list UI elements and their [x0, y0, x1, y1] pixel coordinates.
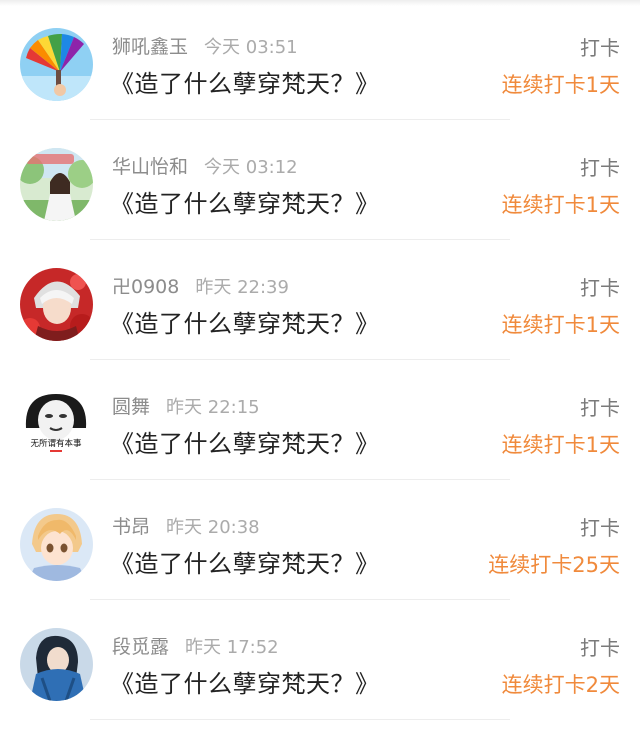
user-name-text[interactable]: 段觅露 — [112, 636, 169, 658]
checkin-time: 昨天 20:38 — [166, 517, 260, 538]
checkin-label: 打卡 — [580, 156, 620, 180]
anime-boy-avatar-icon[interactable] — [20, 508, 93, 581]
book-title[interactable]: 《造了什么孽穿梵天？》 — [110, 424, 380, 459]
streak-count: 连续打卡1天 — [501, 193, 620, 217]
streak-count: 连续打卡1天 — [501, 433, 620, 457]
user-name-text[interactable]: 华山怡和 — [112, 156, 188, 178]
girl-in-garden-avatar-icon[interactable] — [20, 148, 93, 221]
list-item[interactable]: 段觅露 昨天 17:52 《造了什么孽穿梵天？》 打卡 连续打卡2天 — [0, 600, 640, 720]
user-name-text[interactable]: 狮吼鑫玉 — [112, 36, 188, 58]
book-title[interactable]: 《造了什么孽穿梵天？》 — [110, 64, 380, 99]
checkin-time: 昨天 22:15 — [166, 397, 260, 418]
checkin-list: 狮吼鑫玉 今天 03:51 《造了什么孽穿梵天？》 打卡 连续打卡1天 华山怡和今… — [0, 0, 640, 720]
list-item[interactable]: 无所谓有本事 圆舞 昨天 22:15 《造了什么孽穿梵天？》 打卡 连续打卡1天 — [0, 360, 640, 480]
checkin-label: 打卡 — [580, 36, 620, 60]
checkin-time: 今天 03:51 — [204, 37, 298, 58]
user-name[interactable]: 华山怡和 今天 03:12 — [112, 152, 298, 179]
streak-count: 连续打卡1天 — [501, 313, 620, 337]
streak-count: 连续打卡2天 — [501, 673, 620, 697]
streak-count: 连续打卡1天 — [501, 73, 620, 97]
checkin-label: 打卡 — [580, 396, 620, 420]
book-title[interactable]: 《造了什么孽穿梵天？》 — [110, 184, 380, 219]
user-name[interactable]: 卍0908 昨天 22:39 — [112, 272, 289, 299]
checkin-time: 昨天 22:39 — [195, 277, 289, 298]
book-title[interactable]: 《造了什么孽穿梵天？》 — [110, 544, 380, 579]
checkin-time: 昨天 17:52 — [185, 637, 279, 658]
checkin-time: 今天 03:12 — [204, 157, 298, 178]
avatar-caption: 无所谓有本事 — [30, 438, 82, 449]
user-name[interactable]: 书昂 昨天 20:38 — [112, 512, 260, 539]
checkin-label: 打卡 — [580, 636, 620, 660]
user-name-text[interactable]: 卍0908 — [112, 276, 179, 298]
book-title[interactable]: 《造了什么孽穿梵天？》 — [110, 304, 380, 339]
user-name-text[interactable]: 圆舞 — [112, 396, 150, 418]
checkin-label: 打卡 — [580, 276, 620, 300]
blue-hoodie-girl-avatar-icon[interactable] — [20, 628, 93, 701]
list-item[interactable]: 狮吼鑫玉 今天 03:51 《造了什么孽穿梵天？》 打卡 连续打卡1天 — [0, 0, 640, 120]
meme-face-avatar-icon[interactable]: 无所谓有本事 — [20, 388, 93, 461]
list-item[interactable]: 卍0908 昨天 22:39 《造了什么孽穿梵天？》 打卡 连续打卡1天 — [0, 240, 640, 360]
list-item[interactable]: 华山怡和 今天 03:12 《造了什么孽穿梵天？》 打卡 连续打卡1天 — [0, 120, 640, 240]
book-title[interactable]: 《造了什么孽穿梵天？》 — [110, 664, 380, 699]
user-name[interactable]: 段觅露 昨天 17:52 — [112, 632, 279, 659]
user-name[interactable]: 狮吼鑫玉 今天 03:51 — [112, 32, 298, 59]
user-name-text[interactable]: 书昂 — [112, 516, 150, 538]
list-item[interactable]: 书昂 昨天 20:38 《造了什么孽穿梵天？》 打卡 连续打卡25天 — [0, 480, 640, 600]
silver-hair-red-flowers-avatar-icon[interactable] — [20, 268, 93, 341]
rainbow-fan-avatar-icon[interactable] — [20, 28, 93, 101]
streak-count: 连续打卡25天 — [488, 553, 620, 577]
checkin-label: 打卡 — [580, 516, 620, 540]
user-name[interactable]: 圆舞 昨天 22:15 — [112, 392, 260, 419]
